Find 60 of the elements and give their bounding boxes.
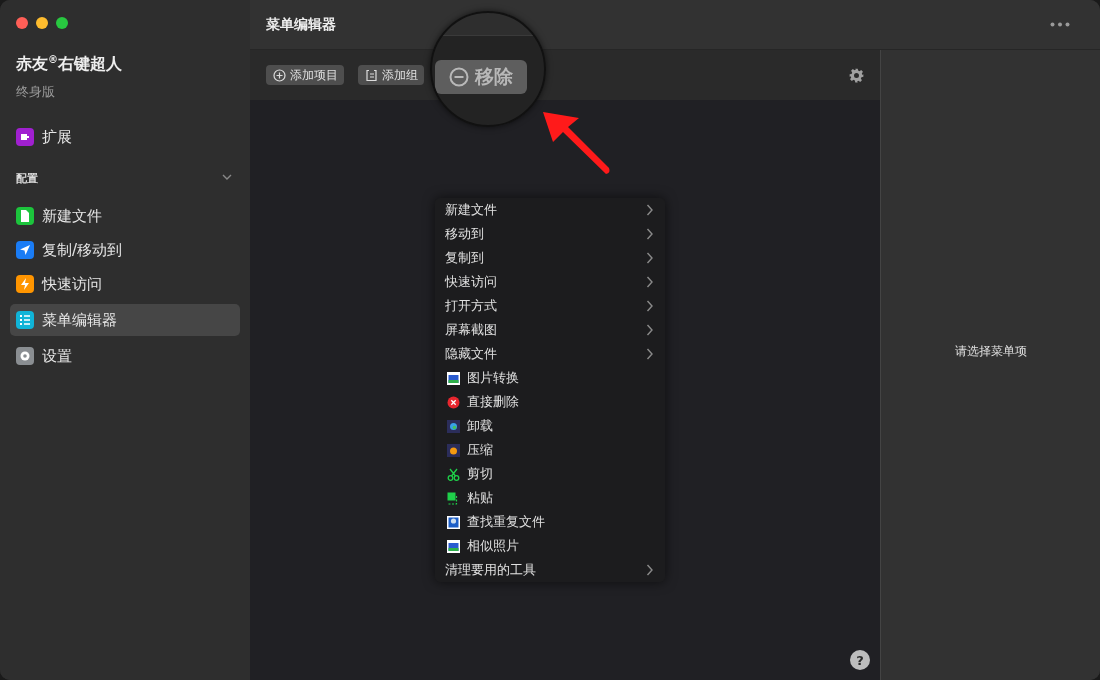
toolbar-button[interactable]: 添加项目 [266, 65, 344, 85]
menu-item[interactable]: 直接删除 [435, 390, 665, 414]
sidebar-item[interactable]: 复制/移动到 [10, 236, 240, 265]
lightning-icon [16, 275, 34, 294]
menu-item[interactable]: 屏幕截图 [435, 318, 665, 342]
globe-icon [447, 419, 460, 433]
sidebar-item[interactable]: 新建文件 [10, 202, 240, 231]
sidebar-item[interactable]: 设置 [10, 342, 240, 371]
menu-item[interactable]: 压缩 [435, 438, 665, 462]
sidebar-item[interactable]: 菜单编辑器 [10, 304, 240, 337]
menu-item[interactable]: 新建文件 [435, 198, 665, 222]
scissors-icon [447, 467, 460, 481]
minimize-button[interactable] [36, 17, 48, 29]
menu-item[interactable]: 复制到 [435, 246, 665, 270]
chevron-right-icon [646, 252, 653, 264]
dot-tile-icon [447, 443, 460, 457]
toolbar-button[interactable]: 添加组 [358, 65, 424, 85]
folder-list-icon [365, 68, 378, 82]
paper-plane-icon [16, 241, 34, 260]
empty-state-text: 请选择菜单项 [954, 342, 1027, 360]
menu-item[interactable]: 隐藏文件 [435, 342, 665, 366]
more-icon[interactable] [1050, 22, 1070, 27]
menu-item[interactable]: 卸载 [435, 414, 665, 438]
menu-item[interactable]: 快速访问 [435, 270, 665, 294]
menu-item[interactable]: 图片转换 [435, 366, 665, 390]
menu-item[interactable]: 移动到 [435, 222, 665, 246]
chevron-right-icon [646, 228, 653, 240]
edition-label: 终身版 [16, 83, 56, 102]
help-button[interactable]: ? [850, 650, 870, 670]
menu-item[interactable]: 相似照片 [435, 534, 665, 558]
settings-icon[interactable] [849, 67, 864, 83]
zoom-button[interactable] [56, 17, 68, 29]
chevron-right-icon [646, 276, 653, 288]
puzzle-icon [16, 128, 34, 147]
window-title: 菜单编辑器 [266, 15, 336, 34]
paste-icon [447, 491, 460, 505]
plus-circle-icon [273, 68, 286, 82]
chevron-right-icon [646, 300, 653, 312]
chevron-right-icon [646, 564, 653, 576]
minus-circle-icon [449, 67, 469, 87]
list-icon [16, 311, 34, 330]
sidebar-item[interactable]: 快速访问 [10, 270, 240, 299]
menu-item[interactable]: 粘贴 [435, 486, 665, 510]
document-icon [16, 207, 34, 226]
image-icon [447, 371, 460, 385]
delete-icon [447, 395, 460, 409]
app-name: 赤友$^{®}$右键超人 [16, 54, 123, 76]
gear-icon [16, 347, 34, 366]
menu-item[interactable]: 清理要用的工具 [435, 558, 665, 582]
photo-icon [447, 539, 460, 553]
chevron-right-icon [646, 324, 653, 336]
sidebar-item[interactable]: 扩展 [10, 123, 240, 152]
section-title: 配置 [16, 171, 38, 187]
chevron-right-icon [646, 348, 653, 360]
duplicate-finder-icon [447, 515, 460, 529]
close-button[interactable] [16, 17, 28, 29]
chevron-right-icon [646, 204, 653, 216]
menu-item[interactable]: 剪切 [435, 462, 665, 486]
menu-item[interactable]: 查找重复文件 [435, 510, 665, 534]
menu-item[interactable]: 打开方式 [435, 294, 665, 318]
